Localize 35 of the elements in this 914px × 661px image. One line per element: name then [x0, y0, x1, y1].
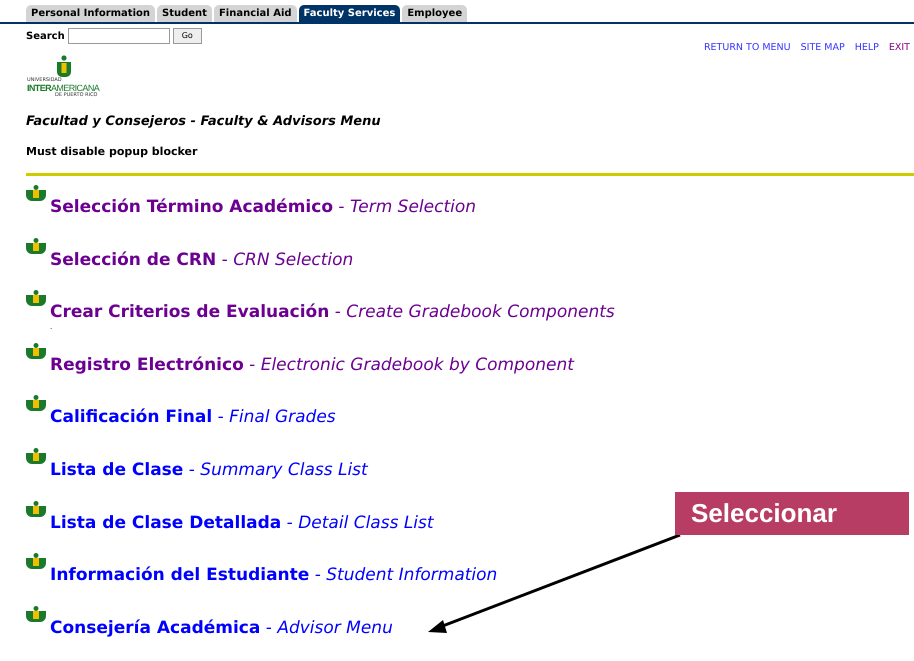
tab[interactable]: Faculty Services: [298, 5, 400, 22]
university-icon: [26, 238, 46, 254]
tab[interactable]: Student: [157, 5, 212, 22]
menu-link[interactable]: Selección Término Académico - Term Selection: [50, 195, 476, 220]
menu-link[interactable]: Registro Electrónico - Electronic Gradebook by Component: [50, 352, 574, 378]
menu-link[interactable]: Selección de CRN - CRN Selection: [50, 248, 354, 274]
menu-link[interactable]: Crear Criterios de Evaluación - Create Gradebook Components: [50, 300, 615, 326]
university-icon: [26, 553, 46, 570]
tab[interactable]: Financial Aid: [214, 5, 297, 22]
tab[interactable]: Personal Information: [26, 5, 155, 22]
nav-link[interactable]: HELP: [854, 41, 879, 56]
notice-text: Must disable popup blocker: [26, 144, 198, 160]
search-label: Search: [26, 30, 65, 44]
university-icon: [26, 448, 46, 464]
menu-link[interactable]: Lista de Clase - Summary Class List: [50, 458, 368, 484]
university-icon: [26, 185, 46, 201]
nav-link[interactable]: EXIT: [888, 41, 910, 56]
menu-link[interactable]: Lista de Clase Detallada - Detail Class List: [50, 510, 434, 536]
logo-text: INTERAMERICANA: [27, 83, 100, 93]
university-icon: [26, 290, 46, 306]
university-icon: [26, 342, 46, 359]
logo-icon: [56, 55, 72, 78]
search-field[interactable]: [68, 28, 170, 44]
nav-link[interactable]: RETURN TO MENU: [704, 41, 791, 56]
university-icon: [26, 395, 46, 412]
nav-link[interactable]: SITE MAP: [800, 41, 845, 56]
menu-link[interactable]: Información del Estudiante - Student Information: [50, 563, 498, 589]
menu-link[interactable]: Calificación Final - Final Grades: [50, 405, 336, 431]
page-title: Facultad y Consejeros - Faculty & Advisors Menu: [26, 113, 382, 131]
university-icon: [26, 500, 46, 517]
go-button[interactable]: Go: [172, 28, 202, 44]
menu-link[interactable]: Consejería Académica - Advisor Menu: [50, 616, 393, 642]
tab[interactable]: Employee: [402, 5, 468, 22]
university-icon: [26, 606, 46, 622]
callout-label: Seleccionar: [675, 492, 909, 535]
